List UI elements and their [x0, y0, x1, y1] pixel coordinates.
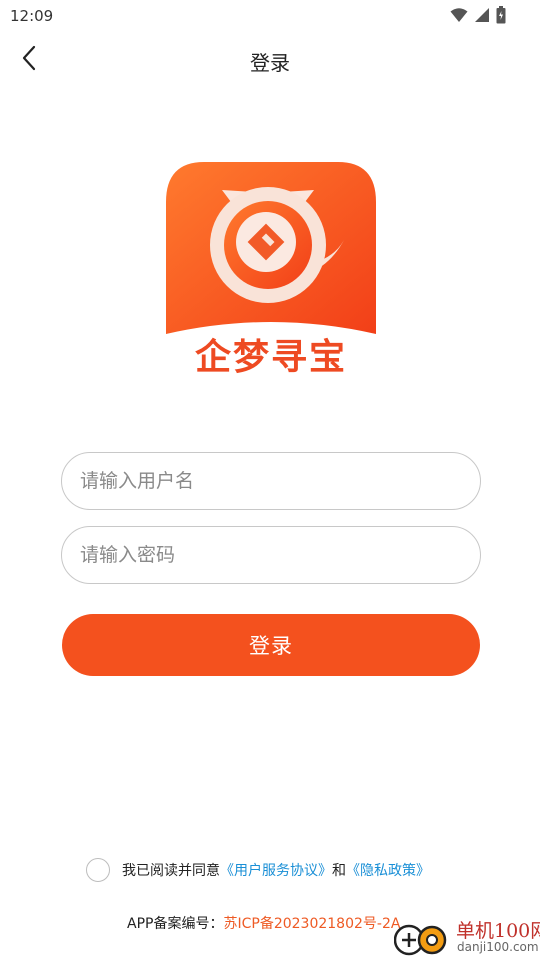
battery-icon: [496, 6, 506, 24]
watermark-name: 单机100网: [456, 920, 540, 942]
agreement-prefix: 我已阅读并同意: [122, 863, 220, 879]
watermark-logo-icon: [393, 924, 447, 956]
app-logo: 企梦寻宝: [164, 162, 378, 378]
icp-number: 苏ICP备2023021802号-2A: [223, 916, 401, 932]
agreement-and: 和: [332, 863, 346, 879]
login-button[interactable]: 登录: [62, 614, 480, 676]
status-time: 12:09: [10, 7, 54, 25]
app-name: 企梦寻宝: [194, 337, 347, 378]
password-input[interactable]: [61, 526, 481, 584]
status-icons: [450, 6, 506, 24]
icp-label: APP备案编号：: [127, 916, 224, 932]
icp-info: APP备案编号：苏ICP备2023021802号-2A: [127, 913, 400, 933]
wifi-icon: [450, 7, 468, 23]
nav-bar: 登录: [0, 36, 540, 84]
terms-link[interactable]: 《用户服务协议》: [220, 860, 332, 880]
watermark-domain: danji100.com: [457, 940, 539, 954]
watermark: 单机100网 danji100.com: [393, 916, 540, 960]
page-title: 登录: [250, 51, 290, 75]
privacy-link[interactable]: 《隐私政策》: [346, 860, 430, 880]
username-input[interactable]: [61, 452, 481, 510]
signal-icon: [474, 7, 490, 23]
status-bar: 12:09: [0, 0, 540, 32]
agreement-checkbox[interactable]: [86, 858, 110, 882]
logo-icon: [166, 162, 376, 334]
agreement-row: 我已阅读并同意 《用户服务协议》 和 《隐私政策》: [86, 857, 430, 883]
